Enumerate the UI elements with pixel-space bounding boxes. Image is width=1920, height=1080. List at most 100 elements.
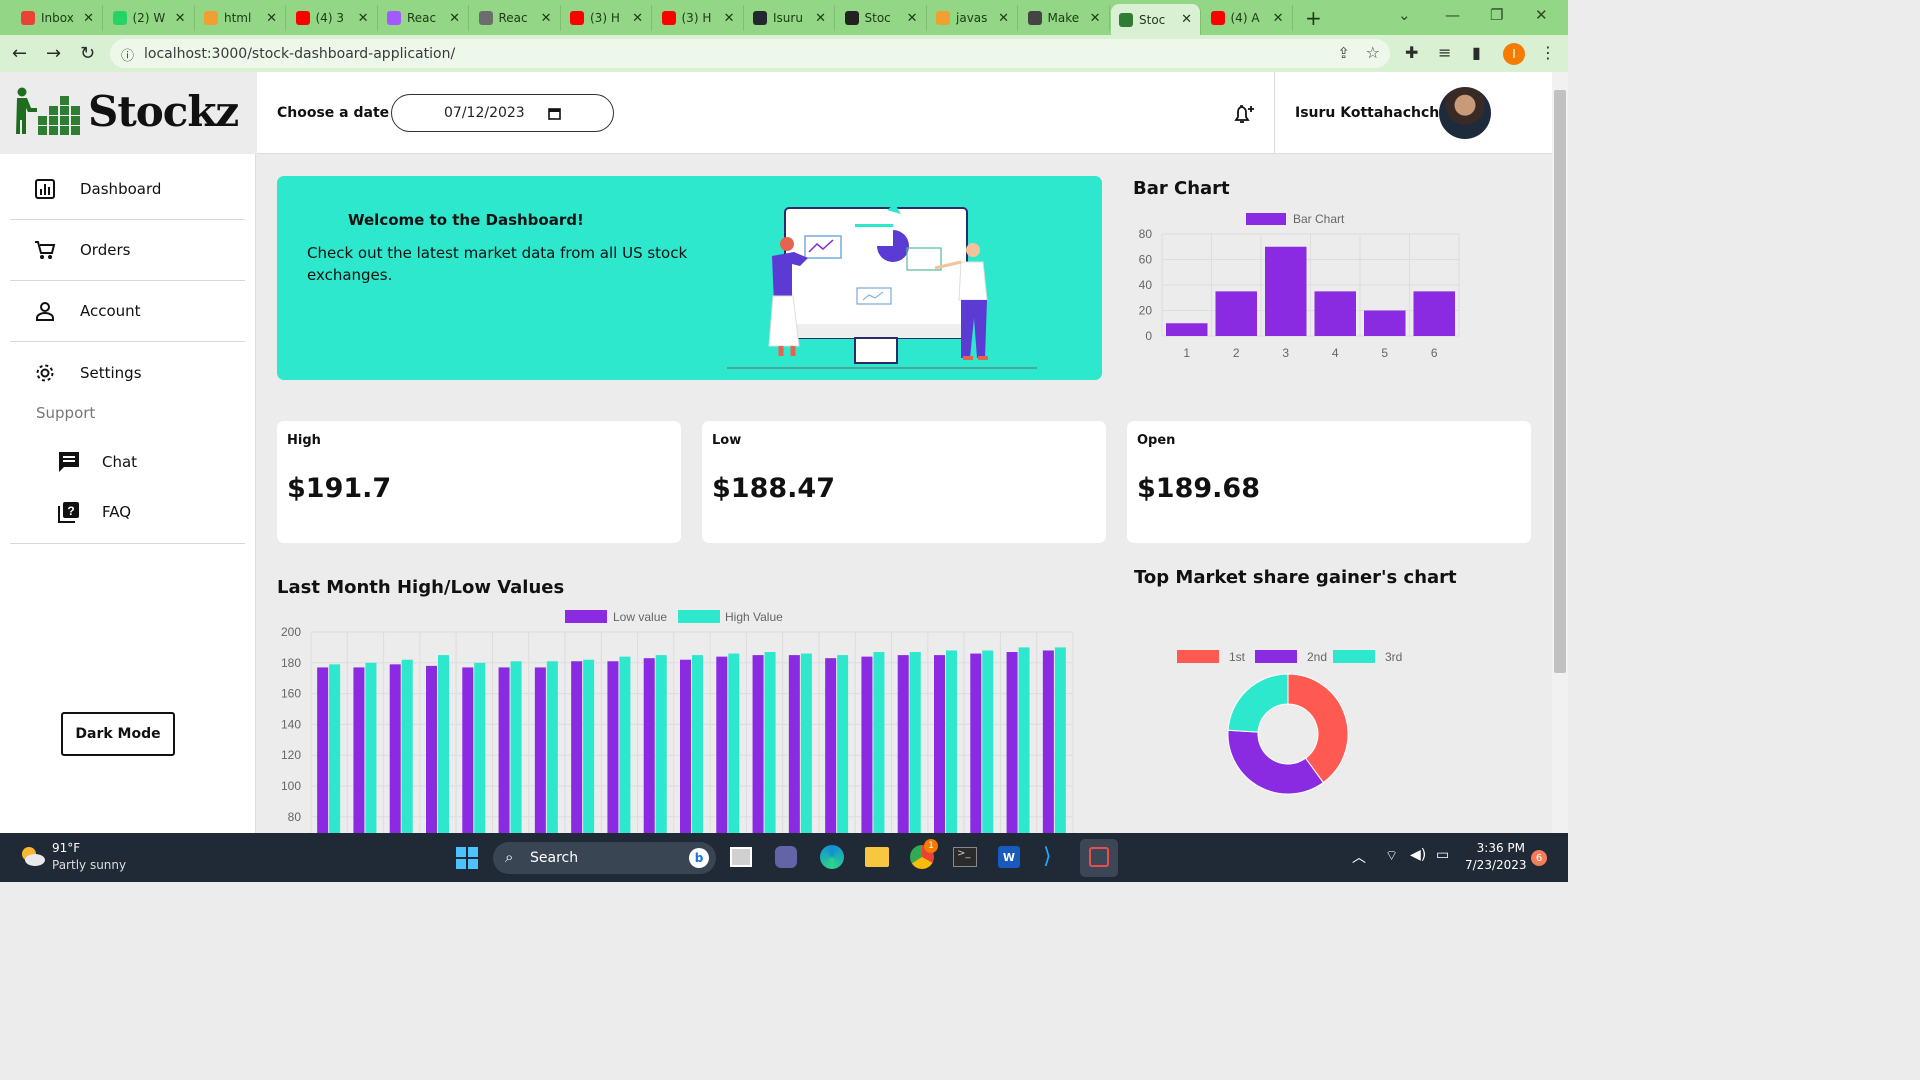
app-root: Stockz Dashboard Orders Account Settings… [0, 72, 1552, 833]
bar [353, 667, 365, 833]
bar [498, 667, 510, 833]
browser-tab[interactable]: html ✕ [196, 5, 286, 31]
page-scrollbar[interactable] [1552, 72, 1568, 833]
chrome-icon[interactable]: 1 [910, 839, 938, 869]
bing-icon[interactable]: b [689, 848, 709, 868]
bar [837, 655, 849, 833]
tab-close-icon[interactable]: ✕ [358, 11, 377, 26]
forward-icon[interactable]: → [46, 43, 61, 64]
scrollbar-thumb[interactable] [1554, 90, 1566, 673]
close-window-icon[interactable]: ✕ [1535, 6, 1548, 24]
media-icon[interactable]: ≡ [1438, 43, 1451, 62]
nav-item-dashboard[interactable]: Dashboard [10, 159, 245, 220]
profile-avatar[interactable]: I [1503, 43, 1525, 65]
nav-item-settings[interactable]: Settings [10, 342, 245, 403]
tab-close-icon[interactable]: ✕ [175, 11, 194, 26]
date-input[interactable]: 07/12/2023 [391, 94, 614, 132]
terminal-icon[interactable]: >_ [953, 847, 977, 867]
tab-close-icon[interactable]: ✕ [1090, 11, 1109, 26]
tab-close-icon[interactable]: ✕ [632, 11, 651, 26]
hl-chart-title: Last Month High/Low Values [277, 577, 565, 598]
legend-label: 3rd [1385, 650, 1402, 664]
back-icon[interactable]: ← [12, 43, 27, 64]
browser-tab[interactable]: Reac ✕ [471, 5, 561, 31]
info-icon[interactable]: ⓘ [121, 45, 134, 64]
bar [655, 655, 667, 833]
browser-tab[interactable]: (3) H ✕ [654, 5, 744, 31]
share-icon[interactable]: ⇪ [1337, 44, 1350, 62]
add-alert-icon[interactable] [1232, 102, 1256, 126]
taskbar-search[interactable]: ⌕ Search b [493, 842, 716, 874]
tab-favicon-icon [387, 11, 401, 25]
nav-label: Settings [80, 363, 142, 382]
teams-icon[interactable] [775, 846, 797, 868]
tab-close-icon[interactable]: ✕ [266, 11, 285, 26]
menu-icon[interactable]: ⋮ [1540, 43, 1556, 62]
volume-icon[interactable]: ◀) [1410, 847, 1426, 863]
clock-time[interactable]: 3:36 PM [1465, 841, 1525, 855]
url-input[interactable]: ⓘ localhost:3000/stock-dashboard-applica… [110, 39, 1390, 68]
bar [474, 662, 486, 833]
nav-item-account[interactable]: Account [10, 281, 245, 342]
avatar[interactable] [1439, 87, 1491, 139]
bar [546, 661, 558, 833]
vscode-icon[interactable]: ⟩ [1043, 845, 1067, 869]
tab-close-icon[interactable]: ✕ [724, 11, 743, 26]
extensions-icon[interactable]: ✚ [1405, 43, 1418, 62]
tab-favicon-icon [1027, 11, 1042, 25]
windows-start-icon[interactable] [455, 846, 479, 870]
tab-close-icon[interactable]: ✕ [998, 11, 1017, 26]
weather-icon[interactable] [18, 843, 46, 869]
minimize-icon[interactable]: — [1445, 6, 1460, 24]
browser-tab[interactable]: Isuru ✕ [745, 5, 835, 31]
edge-icon[interactable] [820, 845, 844, 869]
browser-tab[interactable]: Inbox ✕ [13, 5, 103, 31]
tab-close-icon[interactable]: ✕ [815, 11, 834, 26]
browser-tab[interactable]: javas ✕ [928, 5, 1018, 31]
browser-tab[interactable]: Stoc ✕ [1111, 4, 1201, 35]
nav-item-faq[interactable]: ? FAQ [58, 501, 131, 523]
bar [1215, 291, 1257, 336]
chevron-up-icon[interactable]: ︿ [1352, 847, 1366, 867]
task-view-icon[interactable] [730, 847, 752, 867]
sidepanel-icon[interactable]: ▮ [1472, 43, 1481, 62]
calendar-icon[interactable] [548, 107, 561, 120]
bar [692, 655, 703, 833]
nav-item-chat[interactable]: Chat [58, 451, 137, 473]
new-tab-button[interactable]: + [1305, 6, 1322, 30]
notification-badge[interactable]: 6 [1531, 850, 1547, 866]
legend-label: 1st [1229, 650, 1246, 664]
tab-close-icon[interactable]: ✕ [83, 11, 102, 26]
wifi-icon[interactable]: ⌔ [1385, 847, 1398, 865]
y-tick-label: 200 [281, 625, 301, 639]
browser-tab[interactable]: (4) A ✕ [1203, 5, 1293, 31]
tab-close-icon[interactable]: ✕ [1181, 12, 1200, 27]
tab-close-icon[interactable]: ✕ [907, 11, 926, 26]
reload-icon[interactable]: ↻ [80, 43, 95, 64]
tab-close-icon[interactable]: ✕ [449, 11, 468, 26]
top-bar: Choose a date 07/12/2023 Isuru Kottahach… [257, 72, 1552, 154]
stat-card-low: Low $188.47 [702, 421, 1106, 543]
browser-tab[interactable]: (2) W ✕ [105, 5, 195, 31]
browser-tab[interactable]: (3) H ✕ [562, 5, 652, 31]
snipping-tool-icon[interactable] [1080, 839, 1118, 877]
nav-item-orders[interactable]: Orders [10, 220, 245, 281]
bookmark-star-icon[interactable]: ☆ [1366, 43, 1380, 62]
bar [583, 659, 595, 833]
y-tick-label: 20 [1139, 304, 1153, 318]
bar [1006, 652, 1018, 833]
browser-tab[interactable]: Stoc ✕ [837, 5, 927, 31]
browser-tab[interactable]: Make ✕ [1020, 5, 1110, 31]
tab-close-icon[interactable]: ✕ [541, 11, 560, 26]
tab-search-icon[interactable]: ⌄ [1398, 6, 1411, 24]
tab-close-icon[interactable]: ✕ [1273, 11, 1292, 26]
browser-tab[interactable]: Reac ✕ [379, 5, 469, 31]
date-label: Choose a date [277, 105, 390, 121]
clock-date[interactable]: 7/23/2023 [1465, 858, 1527, 872]
restore-icon[interactable]: ❐ [1490, 6, 1503, 24]
browser-tab[interactable]: (4) 3 ✕ [288, 5, 378, 31]
dark-mode-button[interactable]: Dark Mode [61, 712, 175, 756]
file-explorer-icon[interactable] [865, 847, 889, 867]
word-icon[interactable]: W [998, 846, 1020, 868]
battery-icon[interactable]: ▭ [1436, 847, 1449, 863]
